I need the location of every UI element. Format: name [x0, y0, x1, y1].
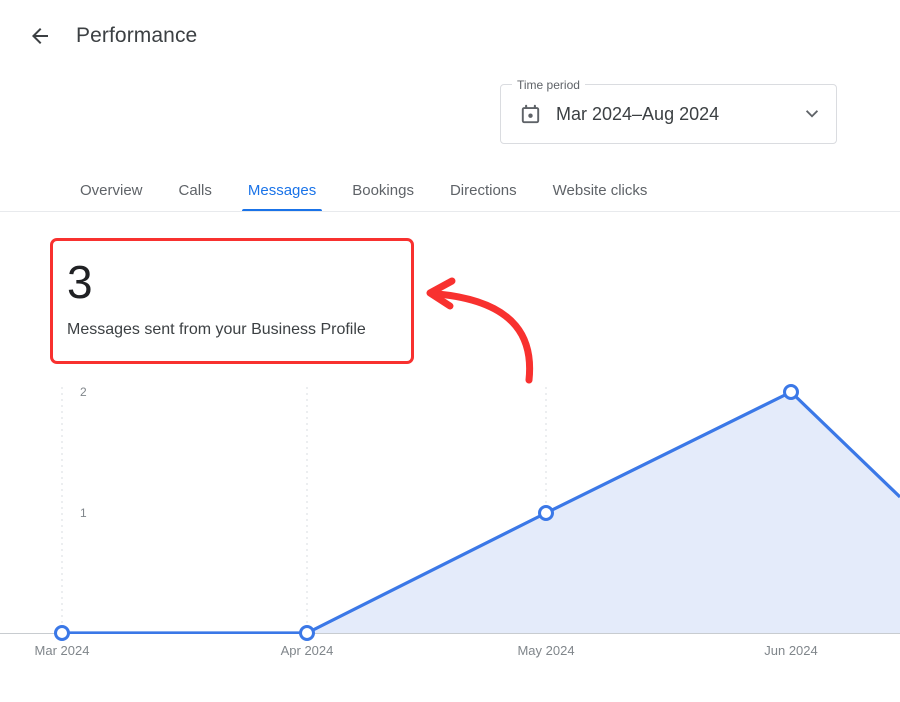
- back-button[interactable]: [20, 16, 60, 56]
- metric-value: 3: [67, 256, 93, 308]
- x-tick-label-mar-2024: Mar 2024: [35, 643, 90, 658]
- tab-bookings[interactable]: Bookings: [334, 168, 432, 212]
- metric-label: Messages sent from your Business Profile: [67, 321, 366, 338]
- time-period-select[interactable]: Time period Mar 2024–Aug 2024: [500, 77, 837, 144]
- calendar-icon: [518, 102, 542, 126]
- tab-overview[interactable]: Overview: [62, 168, 161, 212]
- annotation-arrow-icon: [416, 272, 548, 384]
- x-tick-label-may-2024: May 2024: [517, 643, 574, 658]
- metric-card-messages: 3 Messages sent from your Business Profi…: [50, 238, 414, 364]
- tab-messages[interactable]: Messages: [230, 168, 334, 212]
- time-period-value: Mar 2024–Aug 2024: [556, 103, 720, 124]
- page-title: Performance: [76, 24, 198, 47]
- performance-tabs: Overview Calls Messages Bookings Directi…: [0, 168, 900, 212]
- x-tick-label-apr-2024: Apr 2024: [281, 643, 334, 658]
- data-point-jun-2024: [783, 384, 799, 400]
- page-header: Performance: [0, 16, 900, 56]
- tab-calls[interactable]: Calls: [161, 168, 230, 212]
- tab-directions[interactable]: Directions: [432, 168, 535, 212]
- x-tick-label-jun-2024: Jun 2024: [764, 643, 818, 658]
- arrow-left-icon: [28, 24, 52, 48]
- time-period-legend: Time period: [512, 77, 585, 93]
- data-point-apr-2024: [299, 625, 315, 641]
- tabs-divider: [0, 211, 900, 212]
- y-tick-label-1: 1: [80, 506, 87, 520]
- y-tick-label-2: 2: [80, 385, 87, 399]
- messages-area-chart: 2 1 Mar 2024 Apr 2024 May 2024 Jun 2024: [0, 375, 900, 665]
- chevron-down-icon[interactable]: [806, 108, 818, 120]
- data-point-mar-2024: [54, 625, 70, 641]
- data-point-may-2024: [538, 505, 554, 521]
- chart-area-fill: [62, 392, 900, 633]
- tab-website-clicks[interactable]: Website clicks: [535, 168, 666, 212]
